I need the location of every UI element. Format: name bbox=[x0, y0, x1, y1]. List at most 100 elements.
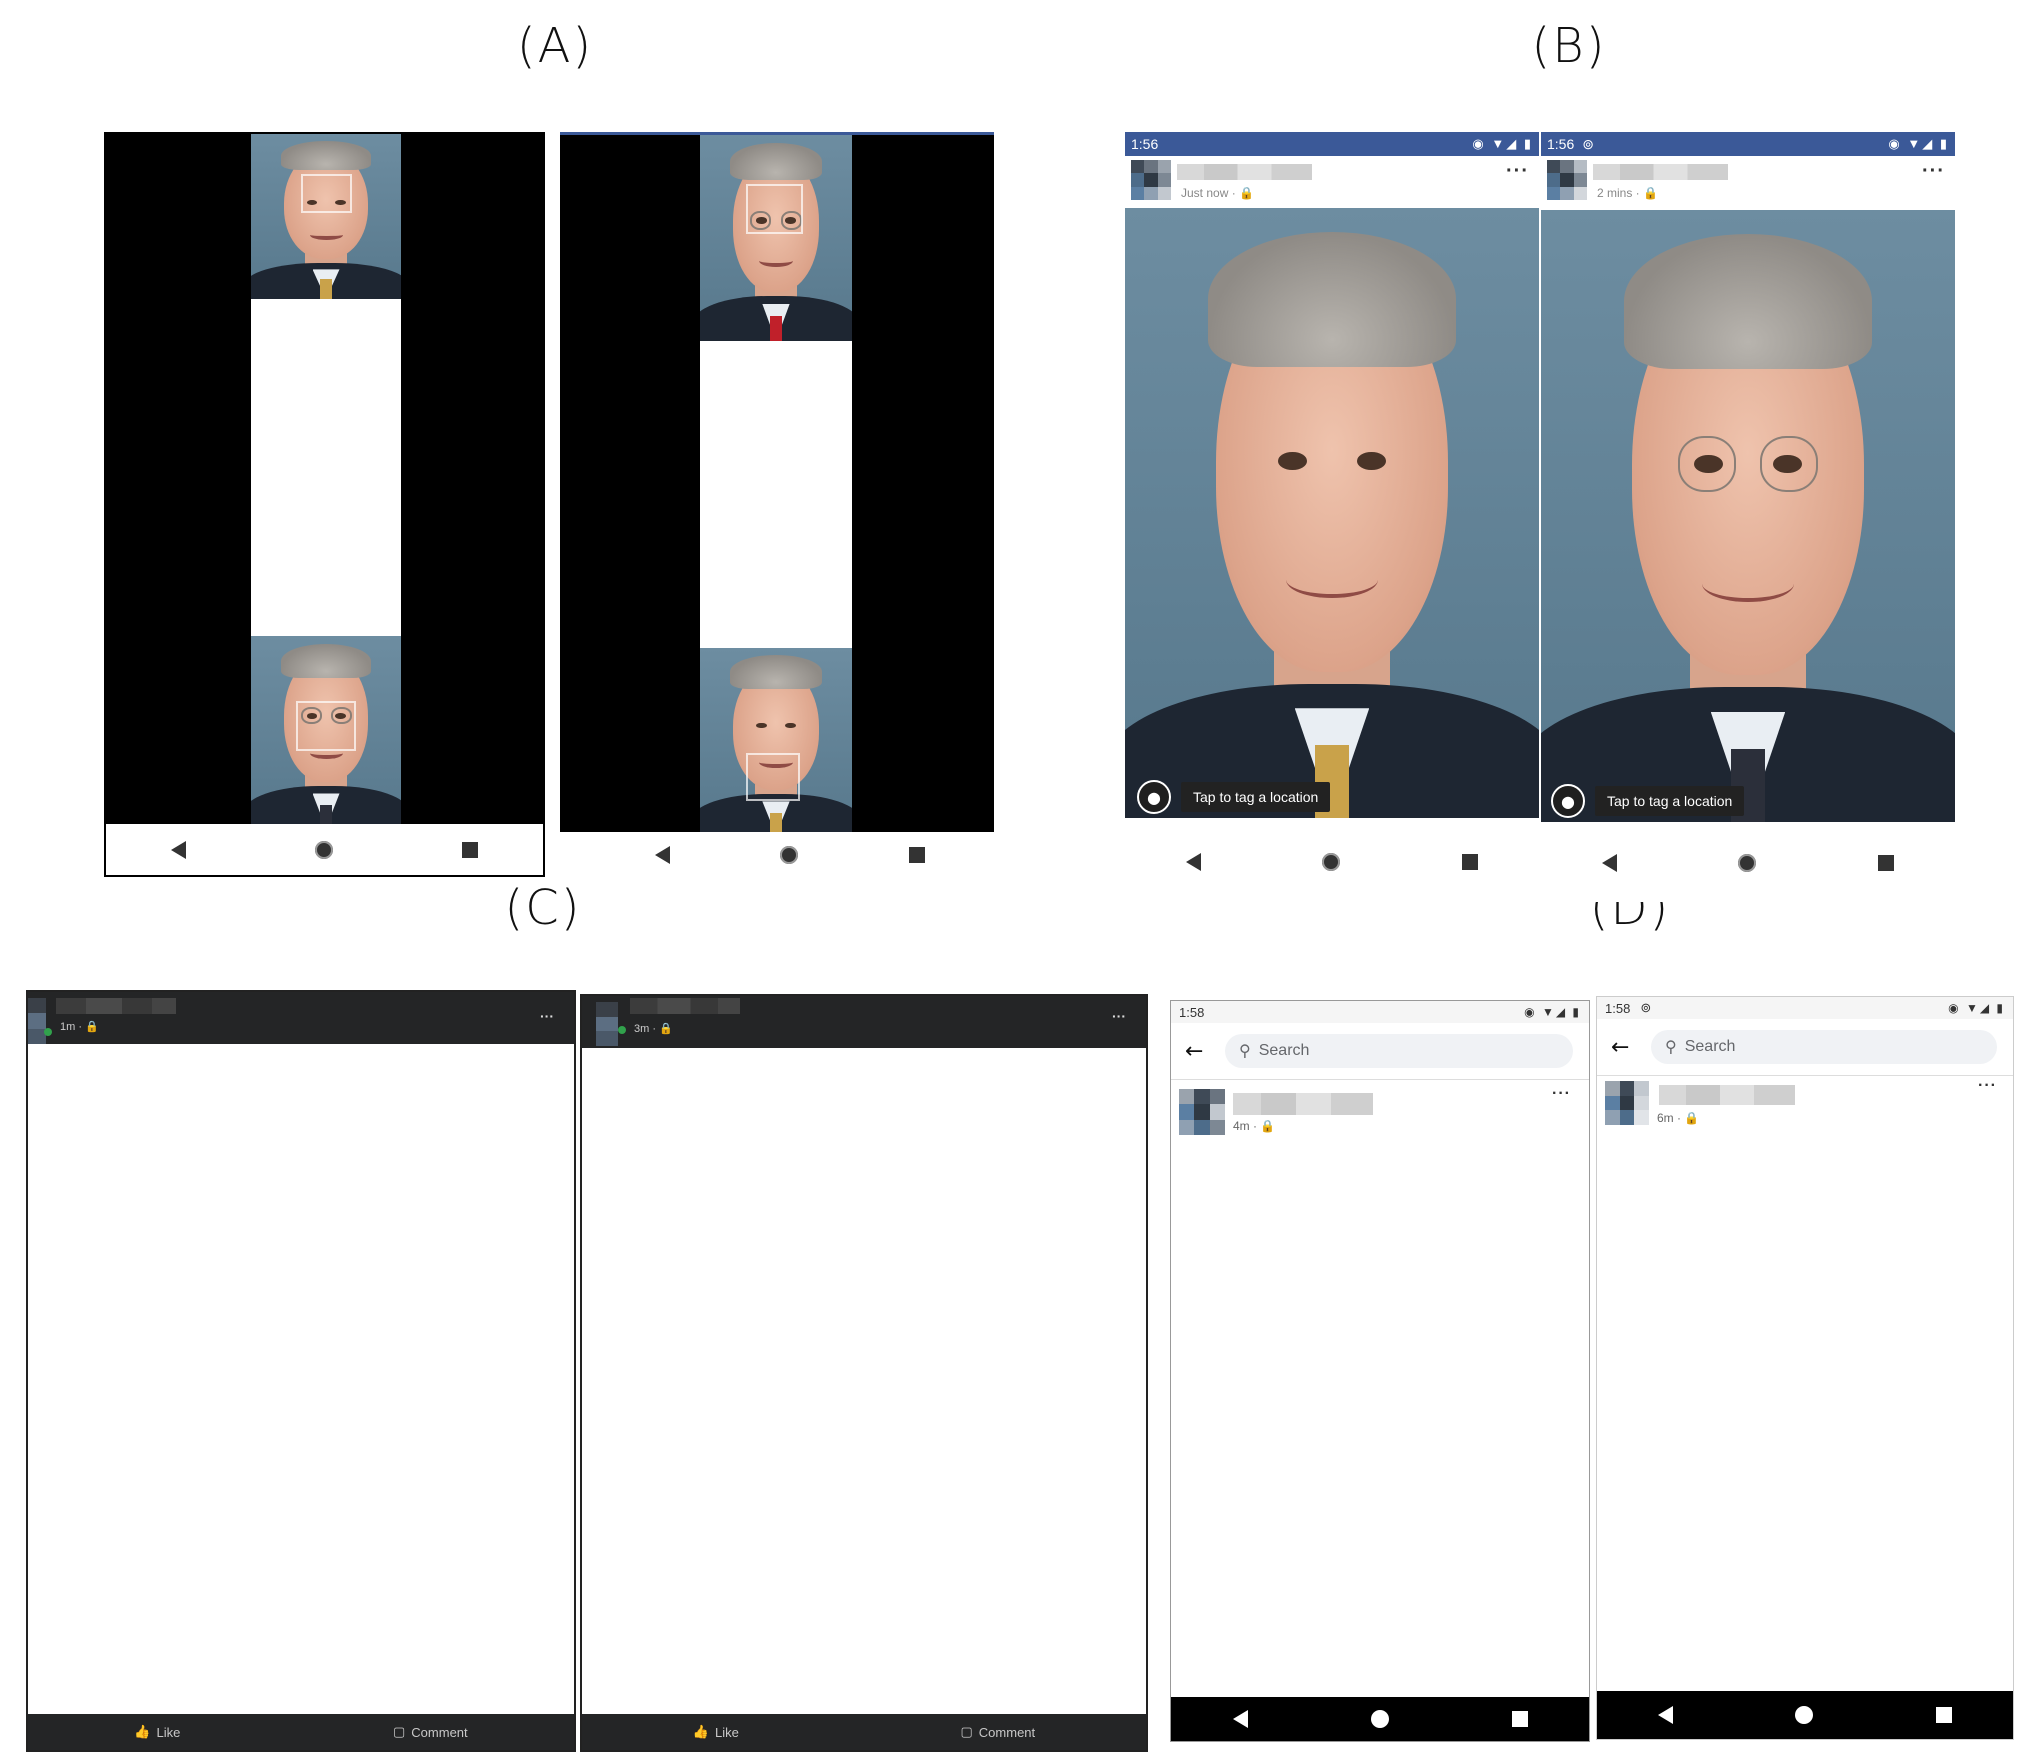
avatar[interactable] bbox=[28, 998, 46, 1044]
avatar[interactable] bbox=[596, 1002, 618, 1046]
post-action-bar: 👍 Like ▢ Comment bbox=[28, 1714, 574, 1750]
lock-icon: 🔒 bbox=[85, 1021, 99, 1033]
author-name[interactable] bbox=[56, 998, 176, 1014]
search-input[interactable]: ⚲ Search bbox=[1651, 1030, 1997, 1064]
like-button[interactable]: 👍 Like bbox=[693, 1724, 739, 1740]
portrait-photo bbox=[251, 134, 401, 299]
thumbs-up-icon: 👍 bbox=[692, 1724, 709, 1739]
comment-label: Comment bbox=[411, 1724, 468, 1740]
divider bbox=[1597, 1075, 2013, 1076]
status-time: 1:58 bbox=[1179, 1004, 1205, 1020]
blank-region bbox=[251, 299, 401, 636]
home-icon[interactable] bbox=[1322, 853, 1341, 871]
arrow-left-icon[interactable]: ← bbox=[1611, 1035, 1641, 1060]
location-pin-icon: ● bbox=[1551, 784, 1585, 818]
post-meta: Just now · 🔒 bbox=[1181, 186, 1254, 200]
phone-b2: 1:56 ⊚ ◉ ▼◢ ▮ 2 mins · 🔒 ··· ● Tap to ta… bbox=[1541, 132, 1955, 902]
recent-apps-icon[interactable] bbox=[1462, 854, 1479, 870]
home-icon[interactable] bbox=[314, 840, 333, 859]
recent-apps-icon[interactable] bbox=[1935, 1707, 1952, 1723]
author-name[interactable] bbox=[1659, 1085, 1795, 1105]
more-options-icon[interactable]: ··· bbox=[1978, 1077, 1997, 1095]
post-meta: 1m · 🔒 bbox=[60, 1021, 99, 1033]
comment-button[interactable]: ▢ Comment bbox=[393, 1724, 468, 1740]
online-indicator bbox=[44, 1028, 52, 1036]
back-icon[interactable] bbox=[1658, 1706, 1674, 1724]
search-bar-row: ← ⚲ Search bbox=[1171, 1025, 1589, 1077]
more-options-icon[interactable]: ··· bbox=[540, 1008, 554, 1024]
search-placeholder: Search bbox=[1684, 1038, 1736, 1055]
back-icon[interactable] bbox=[655, 846, 671, 864]
lock-icon: 🔒 bbox=[1643, 186, 1658, 200]
portrait-photo bbox=[700, 135, 852, 341]
back-icon[interactable] bbox=[170, 840, 186, 859]
online-indicator bbox=[618, 1026, 626, 1034]
author-name[interactable] bbox=[1593, 164, 1728, 180]
tag-location-button[interactable]: ● Tap to tag a location bbox=[1551, 784, 1745, 818]
author-name[interactable] bbox=[1177, 164, 1312, 180]
post-photo[interactable]: ● Tap to tag a location bbox=[1125, 208, 1539, 818]
status-icons: ◉ ▼◢ ▮ bbox=[1524, 1005, 1581, 1019]
like-label: Like bbox=[715, 1724, 739, 1740]
status-time: 1:56 bbox=[1547, 136, 1575, 152]
android-nav-bar bbox=[600, 837, 980, 873]
panel-label-a: (A) bbox=[516, 18, 594, 74]
status-icons: ◉ ▼◢ ▮ bbox=[1472, 136, 1533, 151]
post-header: 2 mins · 🔒 ··· bbox=[1541, 156, 1955, 208]
comment-button[interactable]: ▢ Comment bbox=[961, 1724, 1036, 1740]
back-icon[interactable] bbox=[1232, 1710, 1248, 1728]
post-meta: 3m · 🔒 bbox=[634, 1023, 673, 1035]
location-pin-icon: ● bbox=[1137, 780, 1171, 814]
avatar[interactable] bbox=[1547, 160, 1587, 200]
status-icons: ◉ ▼◢ ▮ bbox=[1888, 136, 1949, 151]
magnifier-icon: ⚲ bbox=[1665, 1039, 1677, 1056]
back-icon[interactable] bbox=[1601, 854, 1617, 872]
home-icon[interactable] bbox=[1370, 1710, 1389, 1728]
tag-location-button[interactable]: ● Tap to tag a location bbox=[1137, 780, 1331, 814]
back-icon[interactable] bbox=[1185, 853, 1201, 871]
recent-apps-icon[interactable] bbox=[908, 847, 925, 863]
arrow-left-icon[interactable]: ← bbox=[1185, 1039, 1215, 1064]
phone-b1: 1:56 ◉ ▼◢ ▮ Just now · 🔒 ··· ● Tap to ta… bbox=[1125, 132, 1539, 902]
android-nav-bar bbox=[106, 824, 543, 875]
tag-location-label: Tap to tag a location bbox=[1181, 782, 1331, 812]
more-options-icon[interactable]: ··· bbox=[1112, 1008, 1126, 1024]
recent-apps-icon[interactable] bbox=[1511, 1711, 1528, 1727]
author-name[interactable] bbox=[1233, 1093, 1373, 1115]
phone-d1: 1:58 ◉ ▼◢ ▮ ← ⚲ Search 4m · 🔒 ··· bbox=[1170, 1000, 1590, 1742]
blank-region bbox=[700, 341, 852, 648]
post-header: 3m · 🔒 ··· bbox=[582, 996, 1146, 1048]
panel-label-b: (B) bbox=[1531, 18, 1607, 74]
home-icon[interactable] bbox=[1795, 1706, 1814, 1724]
avatar[interactable] bbox=[1179, 1089, 1225, 1135]
author-name[interactable] bbox=[630, 998, 740, 1014]
search-input[interactable]: ⚲ Search bbox=[1225, 1034, 1573, 1068]
status-bar: 1:58 ◉ ▼◢ ▮ bbox=[1171, 1001, 1589, 1023]
status-bar: 1:56 ◉ ▼◢ ▮ bbox=[1125, 132, 1539, 156]
more-options-icon[interactable]: ··· bbox=[1552, 1085, 1571, 1103]
status-bar: 1:56 ⊚ ◉ ▼◢ ▮ bbox=[1541, 132, 1955, 156]
status-icons: ◉ ▼◢ ▮ bbox=[1948, 1001, 2005, 1015]
more-options-icon[interactable]: ··· bbox=[1506, 160, 1529, 183]
like-button[interactable]: 👍 Like bbox=[134, 1724, 180, 1740]
recent-apps-icon[interactable] bbox=[1878, 855, 1895, 871]
home-icon[interactable] bbox=[1738, 854, 1757, 872]
post-header: 1m · 🔒 ··· bbox=[28, 992, 574, 1044]
home-icon[interactable] bbox=[780, 846, 799, 864]
like-label: Like bbox=[156, 1724, 181, 1740]
android-nav-bar bbox=[1541, 824, 1955, 902]
more-options-icon[interactable]: ··· bbox=[1922, 160, 1945, 183]
divider bbox=[1171, 1079, 1589, 1080]
android-nav-bar bbox=[1125, 822, 1539, 902]
portrait-photo bbox=[251, 636, 401, 828]
phone-c2: 3m · 🔒 ··· 👍 Like ▢ Comment bbox=[580, 994, 1148, 1752]
post-photo[interactable]: ● Tap to tag a location bbox=[1541, 210, 1955, 822]
phone-c1: 1m · 🔒 ··· 👍 Like ▢ Comment bbox=[26, 990, 576, 1752]
portrait-photo bbox=[700, 648, 852, 832]
recent-apps-icon[interactable] bbox=[462, 841, 479, 858]
status-time: 1:56 bbox=[1131, 136, 1159, 152]
avatar[interactable] bbox=[1605, 1081, 1649, 1125]
avatar[interactable] bbox=[1131, 160, 1171, 200]
sync-icon: ⊚ bbox=[1640, 1000, 1652, 1015]
status-time: 1:58 bbox=[1605, 1000, 1631, 1016]
